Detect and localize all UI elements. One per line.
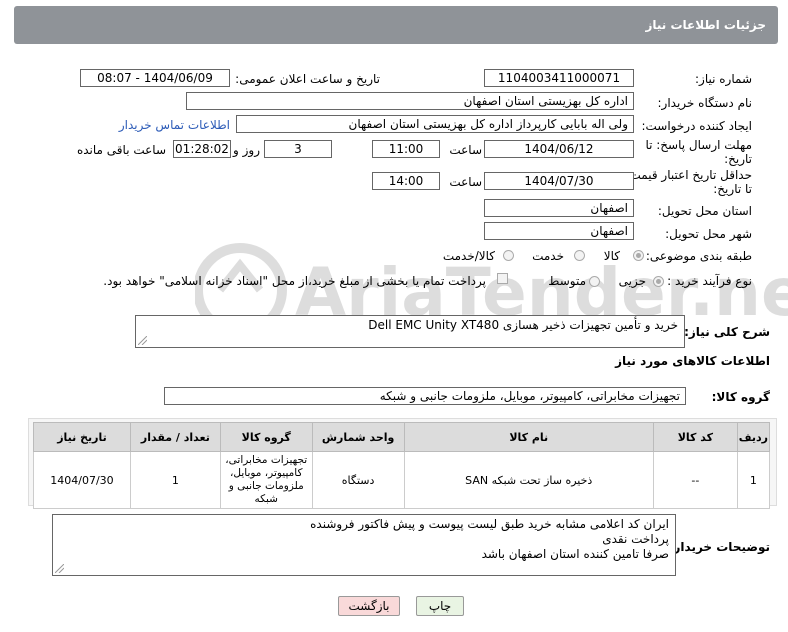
goods-group-label: گروه کالا:: [711, 390, 770, 404]
col-unit: واحد شمارش: [311, 422, 405, 452]
page-title: جزئیات اطلاعات نیاز: [645, 18, 766, 32]
process-radio-minor[interactable]: [653, 276, 664, 287]
remaining-time-field: 01:28:02: [173, 140, 231, 158]
process-radio-medium[interactable]: [589, 276, 600, 287]
print-button[interactable]: چاپ: [416, 596, 464, 616]
category-option-goods-service: کالا/خدمت: [442, 249, 495, 263]
buyer-org-label: نام دستگاه خریدار:: [657, 96, 753, 110]
buyer-notes-line: ایران کد اعلامی مشابه خرید طبق لیست پیوس…: [310, 517, 669, 531]
col-qty: تعداد / مقدار: [129, 422, 221, 452]
back-button[interactable]: بازگشت: [338, 596, 400, 616]
description-field: خرید و تأمین تجهیزات ذخیر هسازی Dell EMC…: [135, 315, 685, 348]
table-row: 1 -- ذخیره ساز تحت شبکه SAN دستگاه تجهیز…: [33, 451, 771, 509]
need-number-label: شماره نیاز:: [695, 72, 752, 86]
category-radio-goods[interactable]: [633, 250, 644, 261]
deadline-label: مهلت ارسال پاسخ: تا: [645, 138, 752, 152]
col-name: نام کالا: [403, 422, 654, 452]
process-option-medium: متوسط: [548, 274, 586, 288]
city-field: اصفهان: [484, 222, 634, 240]
validity-date-field: 1404/07/30: [484, 172, 634, 190]
city-label: شهر محل تحویل:: [665, 227, 752, 241]
category-option-service: خدمت: [532, 249, 564, 263]
cell-group: تجهیزات مخابراتی، کامپیوتر، موبایل، ملزو…: [219, 451, 313, 509]
payment-note: پرداخت تمام یا بخشی از مبلغ خرید،از محل …: [103, 274, 486, 288]
category-option-goods: کالا: [603, 249, 620, 263]
goods-table-header: ردیف کد کالا نام کالا واحد شمارش گروه کا…: [33, 422, 771, 452]
col-row: ردیف: [736, 422, 771, 452]
process-label: نوع فرآیند خرید :: [667, 274, 752, 288]
category-label: طبقه بندی موضوعی:: [645, 249, 752, 263]
resize-grip-icon[interactable]: [55, 564, 64, 573]
goods-section-title: اطلاعات کالاهای مورد نیاز: [615, 354, 770, 368]
creator-label: ایجاد کننده درخواست:: [641, 119, 752, 133]
announce-label: تاریخ و ساعت اعلان عمومی:: [235, 72, 380, 86]
cell-date: 1404/07/30: [33, 451, 131, 509]
cell-name: ذخیره ساز تحت شبکه SAN: [403, 451, 654, 509]
deadline-date-field: 1404/06/12: [484, 140, 634, 158]
days-label: روز و: [233, 143, 260, 157]
process-option-minor: جزیی: [618, 274, 646, 288]
col-date: تاریخ نیاز: [33, 422, 131, 452]
days-field: 3: [264, 140, 332, 158]
need-number-field: 1104003411000071: [484, 69, 634, 87]
min-validity-label: حداقل تاریخ اعتبار قیمت:: [625, 168, 752, 182]
category-radio-service[interactable]: [574, 250, 585, 261]
validity-time-field: 14:00: [372, 172, 440, 190]
cell-unit: دستگاه: [311, 451, 405, 509]
creator-field: ولی اله بابایی کارپرداز اداره کل بهزیستی…: [236, 115, 634, 133]
deadline-time-label: ساعت: [449, 143, 482, 157]
cell-row: 1: [736, 451, 771, 509]
contact-buyer-link[interactable]: اطلاعات تماس خریدار: [119, 118, 230, 132]
buyer-notes-line: صرفا تامین کننده استان اصفهان باشد: [481, 547, 669, 561]
col-group: گروه کالا: [219, 422, 313, 452]
category-radio-goods-service[interactable]: [503, 250, 514, 261]
deadline-label-2: تاریخ:: [724, 152, 752, 166]
col-code: کد کالا: [652, 422, 738, 452]
buyer-notes-line: پرداخت نقدی: [602, 532, 669, 546]
buyer-notes-label: توضیحات خریدار:: [668, 540, 770, 554]
description-label: شرح کلی نیاز:: [684, 325, 770, 339]
description-text: خرید و تأمین تجهیزات ذخیر هسازی Dell EMC…: [368, 318, 678, 332]
remaining-label: ساعت باقی مانده: [76, 143, 166, 157]
treasury-checkbox[interactable]: [497, 273, 508, 284]
buyer-org-field: اداره کل بهزیستی استان اصفهان: [186, 92, 634, 110]
cell-code: --: [652, 451, 738, 509]
cell-qty: 1: [129, 451, 221, 509]
validity-time-label: ساعت: [449, 175, 482, 189]
deadline-time-field: 11:00: [372, 140, 440, 158]
province-label: استان محل تحویل:: [657, 204, 752, 218]
announce-field: 1404/06/09 - 08:07: [80, 69, 230, 87]
buyer-notes-field: ایران کد اعلامی مشابه خرید طبق لیست پیوس…: [52, 514, 676, 576]
province-field: اصفهان: [484, 199, 634, 217]
page-header: جزئیات اطلاعات نیاز: [14, 6, 778, 44]
goods-table: ردیف کد کالا نام کالا واحد شمارش گروه کا…: [33, 422, 771, 509]
resize-grip-icon[interactable]: [138, 336, 147, 345]
goods-group-field: تجهیزات مخابراتی، کامپیوتر، موبایل، ملزو…: [164, 387, 686, 405]
min-validity-label-2: تا تاریخ:: [713, 182, 752, 196]
